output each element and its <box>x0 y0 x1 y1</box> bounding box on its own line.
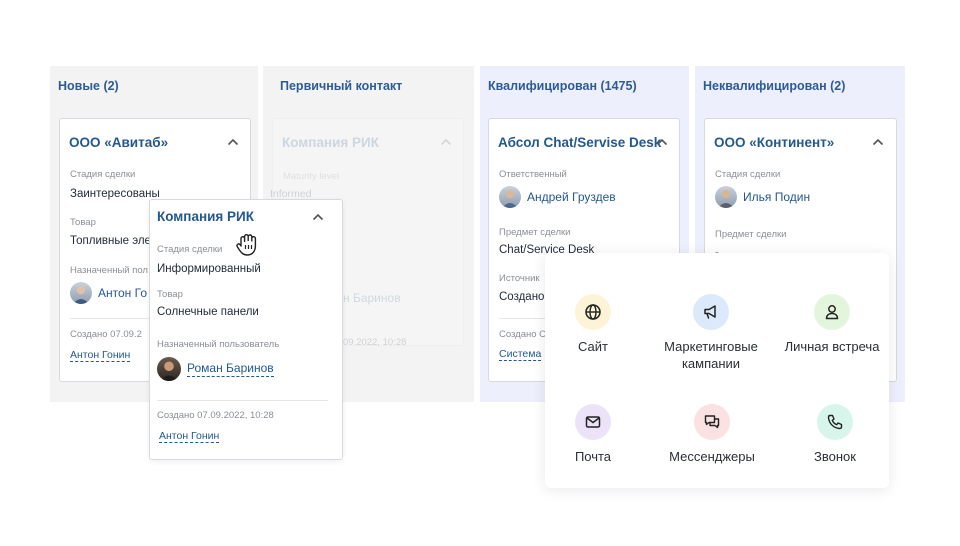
chevron-up-icon <box>440 138 452 146</box>
field-value: Топливные эле <box>70 235 151 247</box>
stage-user[interactable]: Илья Подин <box>715 186 810 208</box>
avatar <box>70 282 92 304</box>
creator-link[interactable]: Антон Гонин <box>70 349 131 362</box>
chevron-up-icon[interactable] <box>226 135 240 149</box>
field-value: Солнечные панели <box>157 306 259 318</box>
user-name: н Баринов <box>343 291 401 305</box>
field-label: Товар <box>157 289 183 300</box>
field-value: Информированный <box>157 263 261 275</box>
chevron-up-icon[interactable] <box>655 135 669 149</box>
globe-icon <box>585 304 601 320</box>
field-label: Источник <box>499 273 540 284</box>
column-title: Первичный контакт <box>280 79 403 93</box>
user-name: Илья Подин <box>743 190 811 204</box>
created-date: Создано 07.09.2022, 10:28 <box>157 410 274 421</box>
field-label: Назначенный пользователь <box>157 339 280 350</box>
card-title: Абсол Chat/Servise Desk <box>498 135 662 150</box>
source-meeting[interactable]: Личная встреча <box>772 294 892 355</box>
user-name: Антон Го <box>98 286 147 300</box>
chevron-up-icon[interactable] <box>311 210 325 224</box>
field-label: Стадия сделки <box>715 169 781 180</box>
source-icon-bg <box>814 294 850 330</box>
created-date: Создано 07.09.2 <box>70 329 142 340</box>
source-marketing[interactable]: Маркетинговые кампании <box>651 294 771 372</box>
field-label: Стадия сделки <box>70 169 136 180</box>
field-label: Maturity level <box>283 171 339 182</box>
card-title: Компания РИК <box>282 135 379 150</box>
source-messengers[interactable]: Мессенджеры <box>652 404 772 465</box>
source-icon-bg <box>694 404 730 440</box>
responsible-user[interactable]: Андрей Груздев <box>499 186 616 208</box>
source-icon-bg <box>575 404 611 440</box>
field-label: Предмет сделки <box>715 229 787 240</box>
field-label: Назначенный пол <box>70 265 148 276</box>
source-icon-bg <box>575 294 611 330</box>
avatar <box>715 186 737 208</box>
field-label: Товар <box>70 217 96 228</box>
source-icon-bg <box>817 404 853 440</box>
avatar <box>499 186 521 208</box>
person-icon <box>825 305 839 320</box>
field-label: Предмет сделки <box>499 227 571 238</box>
field-label: Ответственный <box>499 169 567 180</box>
field-label: Стадия сделки <box>157 244 223 255</box>
user-name: Андрей Груздев <box>527 190 616 204</box>
card-title: ООО «Авитаб» <box>69 135 169 150</box>
creator-link[interactable]: Антон Гонин <box>159 430 220 443</box>
card-title: ООО «Континент» <box>714 135 835 150</box>
chevron-up-icon[interactable] <box>871 135 885 149</box>
grab-hand-icon <box>236 234 257 256</box>
assignee-user[interactable]: Антон Го <box>70 282 147 304</box>
column-title: Новые (2) <box>58 79 119 93</box>
avatar <box>157 357 181 381</box>
source-mail[interactable]: Почта <box>533 404 653 465</box>
column-title: Квалифицирован (1475) <box>488 79 637 93</box>
source-label: Звонок <box>814 449 856 464</box>
megaphone-icon <box>704 305 716 319</box>
source-label: Почта <box>574 449 612 464</box>
source-icon-bg <box>693 294 729 330</box>
source-label: Маркетинговые кампании <box>664 339 758 371</box>
user-name: Роман Баринов <box>187 361 274 377</box>
created-date: 09.2022, 10:28 <box>343 337 407 348</box>
chat-icon <box>704 415 720 429</box>
source-panel: Сайт Маркетинговые кампании Личная встре… <box>545 253 889 488</box>
column-title: Неквалифицирован (2) <box>703 79 846 93</box>
card-title: Компания РИК <box>157 209 254 224</box>
phone-icon <box>827 414 843 430</box>
assignee-user[interactable]: Роман Баринов <box>157 357 274 381</box>
mail-icon <box>585 416 601 428</box>
divider <box>157 400 328 401</box>
source-label: Сайт <box>578 339 608 354</box>
field-value: Заинтересованы <box>70 188 160 200</box>
source-call[interactable]: Звонок <box>775 404 895 465</box>
source-label: Мессенджеры <box>669 449 755 464</box>
source-label: Личная встреча <box>784 339 880 354</box>
source-site[interactable]: Сайт <box>533 294 653 355</box>
